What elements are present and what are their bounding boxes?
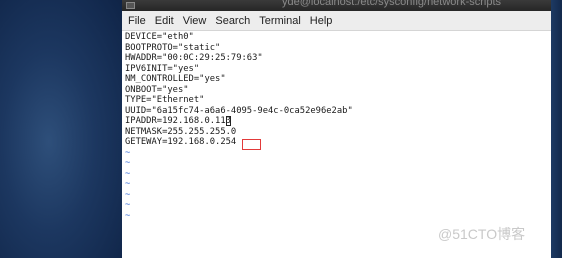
config-line-hwaddr: HWADDR="00:0C:29:25:79:63" bbox=[125, 53, 263, 63]
empty-line-marker: ~ bbox=[125, 179, 131, 189]
menu-bar: File Edit View Search Terminal Help bbox=[122, 11, 551, 31]
desktop-background bbox=[0, 0, 122, 258]
menu-terminal[interactable]: Terminal bbox=[259, 15, 301, 27]
config-line-uuid: UUID="6a15fc74-a6a6-4095-9e4c-0ca52e96e2… bbox=[125, 105, 353, 116]
menu-view[interactable]: View bbox=[183, 15, 207, 27]
config-line-ipv6init: IPV6INIT="yes" bbox=[125, 63, 200, 74]
menu-edit[interactable]: Edit bbox=[155, 15, 174, 27]
watermark-text: @51CTO博客 bbox=[438, 226, 526, 242]
config-line-netmask: NETMASK=255.255.255.0 bbox=[125, 126, 237, 137]
empty-line-marker: ~ bbox=[125, 168, 131, 179]
menu-help[interactable]: Help bbox=[310, 15, 333, 27]
highlight-box bbox=[242, 139, 261, 150]
text-cursor: 3 bbox=[225, 116, 231, 126]
terminal-icon bbox=[126, 2, 135, 9]
window-title: yde@localhost:/etc/sysconfig/network-scr… bbox=[282, 0, 502, 8]
desktop-background-right bbox=[551, 0, 562, 258]
config-line-geteway: GETEWAY=192.168.0.254 bbox=[125, 137, 237, 147]
title-bar[interactable]: yde@localhost:/etc/sysconfig/network-scr… bbox=[122, 0, 551, 11]
config-line-ipaddr: IPADDR=192.168.0.113 bbox=[125, 116, 551, 127]
empty-line-marker: ~ bbox=[125, 189, 131, 200]
config-line-type: TYPE="Ethernet" bbox=[125, 95, 205, 105]
config-line-nm-controlled: NM_CONTROLLED="yes" bbox=[125, 74, 226, 84]
empty-line-marker: ~ bbox=[125, 147, 131, 158]
config-line-device: DEVICE="eth0" bbox=[125, 32, 194, 42]
empty-line-marker: ~ bbox=[125, 200, 131, 210]
config-line-bootproto: BOOTPROTO="static" bbox=[125, 42, 221, 53]
empty-line-marker: ~ bbox=[125, 158, 131, 168]
menu-file[interactable]: File bbox=[128, 15, 146, 27]
config-line-onboot: ONBOOT="yes" bbox=[125, 84, 189, 95]
terminal-window: yde@localhost:/etc/sysconfig/network-scr… bbox=[122, 0, 551, 258]
ipaddr-text: IPADDR=192.168.0.11 bbox=[125, 116, 226, 126]
menu-search[interactable]: Search bbox=[215, 15, 250, 27]
empty-line-marker: ~ bbox=[125, 210, 131, 221]
